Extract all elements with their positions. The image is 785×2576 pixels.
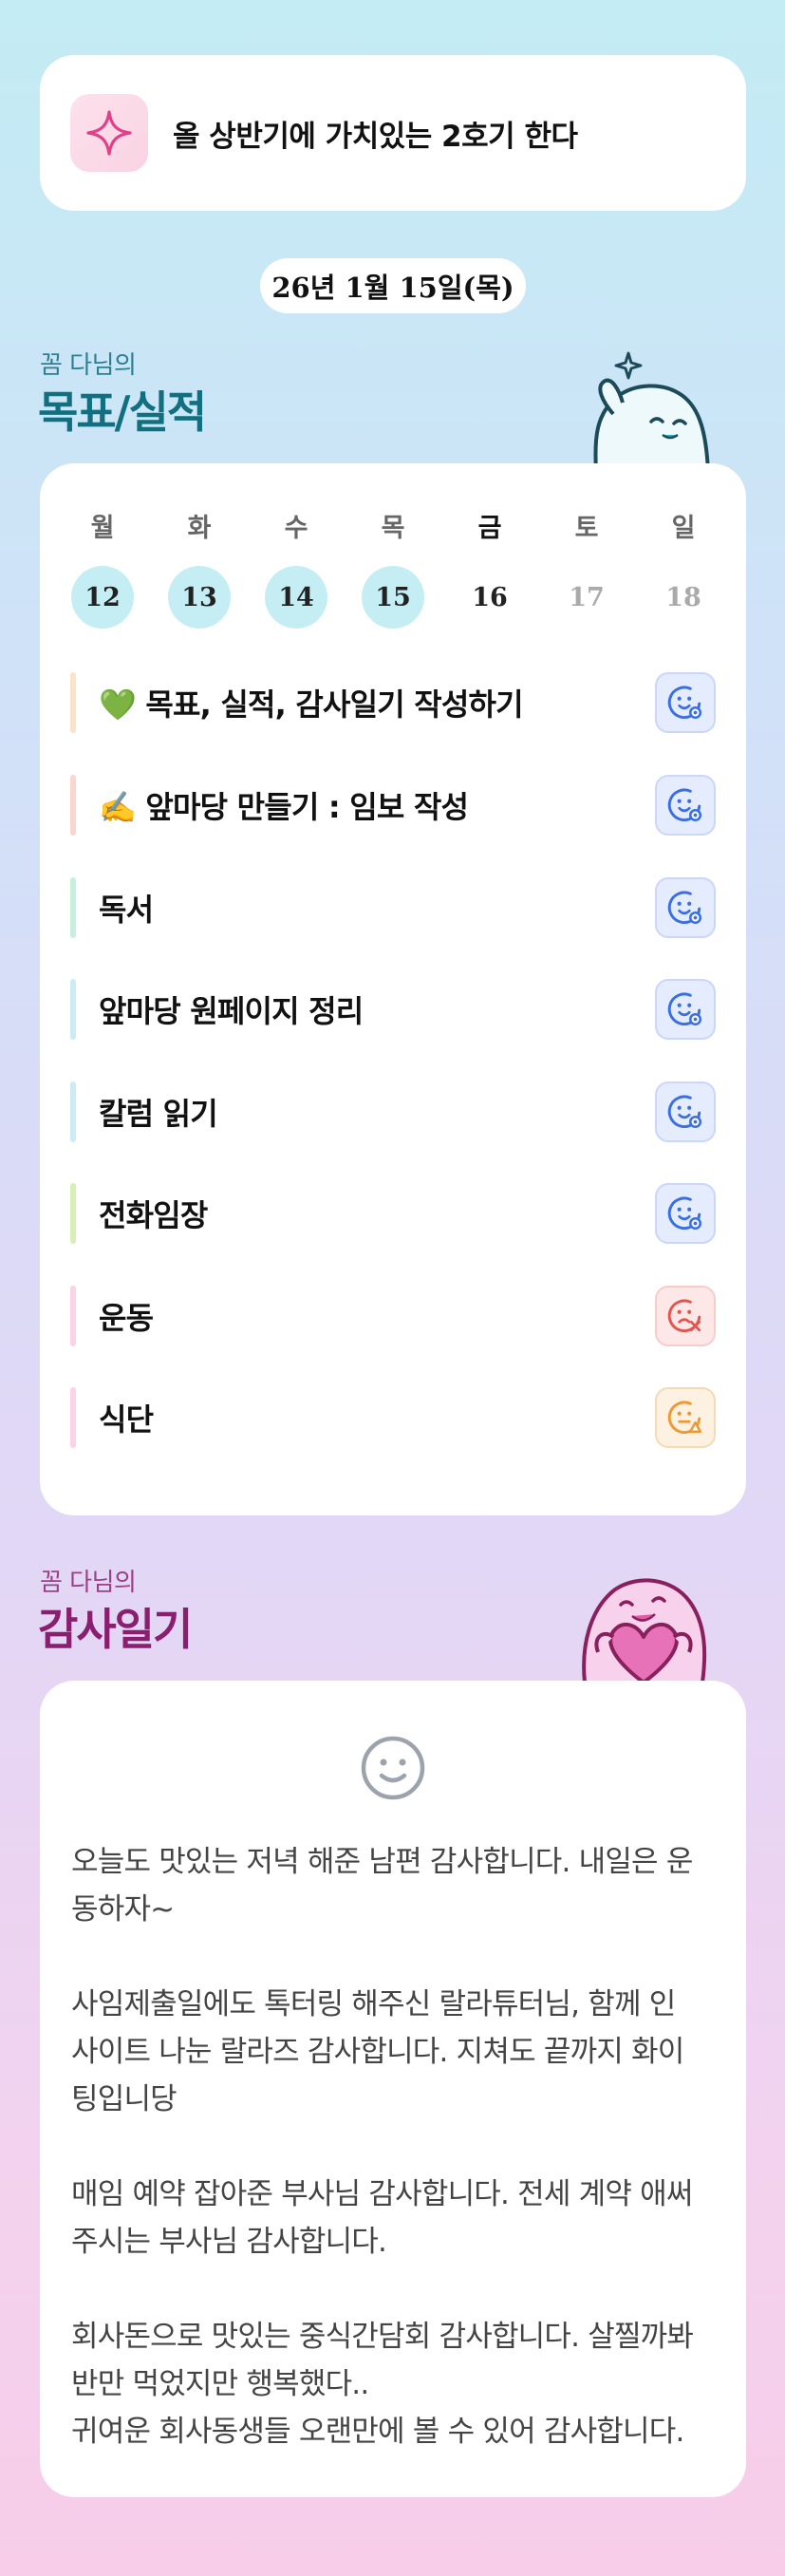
- date-pill[interactable]: 26년 1월 15일(목): [260, 258, 526, 313]
- date-cell-17[interactable]: 17: [555, 566, 618, 629]
- goal-label: 독서: [99, 892, 154, 928]
- gratitude-text: 오늘도 맛있는 저녁 해준 남편 감사합니다. 내일은 운 동하자~ 사임제출일…: [71, 1845, 694, 2449]
- goal-row[interactable]: 식단: [70, 1383, 716, 1452]
- date-cell-12[interactable]: 12: [71, 566, 134, 629]
- gratitude-subtitle: 꼼 다님의: [40, 1569, 137, 1597]
- goal-label: 운동: [99, 1300, 154, 1336]
- goal-row[interactable]: 💚 목표, 실적, 감사일기 작성하기: [70, 668, 716, 737]
- goals-subtitle: 꼼 다님의: [40, 351, 137, 380]
- goal-row[interactable]: 독서: [70, 874, 716, 942]
- date-cell-13[interactable]: 13: [168, 566, 231, 629]
- goal-row[interactable]: ✍️ 앞마당 만들기 : 임보 작성: [70, 771, 716, 839]
- motto-text: 올 상반기에 가치있는 2호기 한다: [173, 119, 578, 154]
- status-warning-icon[interactable]: [655, 1387, 716, 1448]
- goal-label: 전화임장: [99, 1197, 208, 1233]
- goal-label: 💚 목표, 실적, 감사일기 작성하기: [99, 686, 524, 723]
- goal-label: 앞마당 원페이지 정리: [99, 993, 364, 1029]
- goal-color-bar: [70, 1183, 76, 1244]
- goal-color-bar: [70, 775, 76, 836]
- gratitude-title: 감사일기: [38, 1604, 193, 1655]
- weekday-label-fri: 금: [477, 514, 502, 543]
- date-cell-14[interactable]: 14: [265, 566, 327, 629]
- weekday-label-sat: 토: [574, 514, 599, 543]
- status-fail-icon[interactable]: [655, 1286, 716, 1346]
- weekday-label-mon: 월: [90, 514, 115, 543]
- goal-row[interactable]: 운동: [70, 1282, 716, 1350]
- date-cell-16[interactable]: 16: [458, 566, 521, 629]
- goal-row[interactable]: 앞마당 원페이지 정리: [70, 975, 716, 1044]
- date-cell-15[interactable]: 15: [362, 566, 424, 629]
- goal-label: ✍️ 앞마당 만들기 : 임보 작성: [99, 789, 469, 825]
- goal-color-bar: [70, 979, 76, 1040]
- goal-color-bar: [70, 672, 76, 733]
- date-cell-18[interactable]: 18: [652, 566, 715, 629]
- motto-card: 올 상반기에 가치있는 2호기 한다: [40, 55, 746, 211]
- goals-title: 목표/실적: [38, 386, 207, 438]
- status-success-icon[interactable]: [655, 1081, 716, 1142]
- goals-mascot-image: [593, 351, 711, 471]
- goal-color-bar: [70, 877, 76, 938]
- goal-row[interactable]: 전화임장: [70, 1179, 716, 1248]
- goal-label: 칼럼 읽기: [99, 1096, 218, 1132]
- sparkle-icon: [70, 94, 148, 172]
- goal-color-bar: [70, 1387, 76, 1448]
- status-success-icon[interactable]: [655, 979, 716, 1040]
- goal-row[interactable]: 칼럼 읽기: [70, 1078, 716, 1146]
- goal-color-bar: [70, 1081, 76, 1142]
- status-success-icon[interactable]: [655, 877, 716, 938]
- smile-icon: [361, 1736, 425, 1800]
- weekday-label-wed: 수: [284, 514, 308, 543]
- status-success-icon[interactable]: [655, 672, 716, 733]
- goal-label: 식단: [99, 1401, 154, 1438]
- status-success-icon[interactable]: [655, 1183, 716, 1244]
- gratitude-card: 오늘도 맛있는 저녁 해준 남편 감사합니다. 내일은 운 동하자~ 사임제출일…: [40, 1681, 746, 2497]
- weekday-label-thu: 목: [381, 514, 405, 543]
- weekday-label-tue: 화: [187, 514, 212, 543]
- weekday-label-sun: 일: [671, 514, 696, 543]
- status-success-icon[interactable]: [655, 775, 716, 836]
- gratitude-mascot-image: [582, 1578, 707, 1683]
- goal-color-bar: [70, 1286, 76, 1346]
